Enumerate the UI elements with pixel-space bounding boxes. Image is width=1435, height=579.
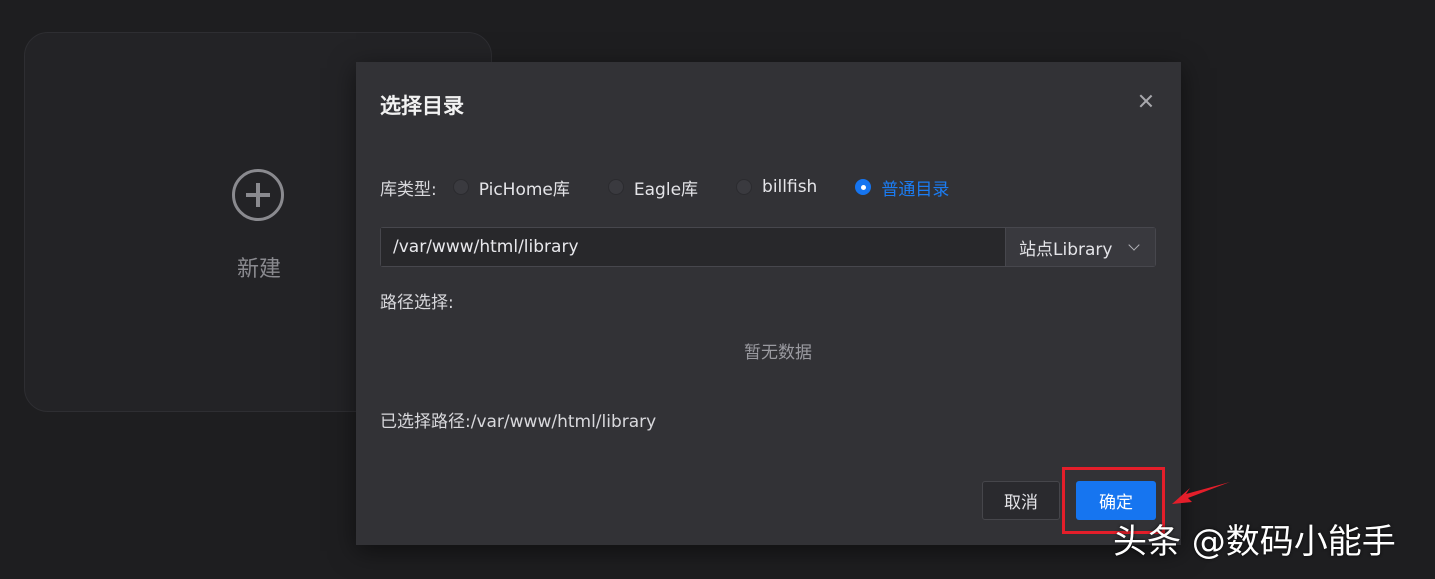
selected-path-text: 已选择路径:/var/www/html/library: [380, 412, 657, 432]
library-type-label: 库类型:: [380, 179, 437, 200]
site-select-value: 站点Library: [1019, 239, 1113, 260]
radio-label: PicHome库: [478, 179, 570, 200]
watermark: 头条 @数码小能手: [1113, 522, 1396, 562]
path-input-group: 站点Library: [380, 227, 1156, 267]
site-select[interactable]: 站点Library: [1005, 228, 1155, 266]
radio-circle: [736, 179, 753, 195]
red-arrow-icon: [1172, 482, 1230, 504]
select-directory-dialog: 选择目录 库类型: PicHome库 Eagle库 billfish 普通目录 …: [356, 62, 1181, 545]
chevron-down-icon: [1128, 238, 1141, 251]
radio-normal-directory[interactable]: 普通目录: [855, 175, 949, 200]
radio-circle: [607, 179, 624, 195]
dialog-title: 选择目录: [380, 94, 464, 118]
plus-circle-icon: [232, 169, 284, 221]
radio-circle-checked: [855, 179, 872, 195]
radio-billfish[interactable]: billfish: [736, 177, 817, 197]
path-select-label: 路径选择:: [380, 293, 454, 313]
radio-pichome[interactable]: PicHome库: [452, 175, 570, 200]
radio-circle: [452, 179, 469, 195]
radio-label: Eagle库: [633, 179, 699, 200]
close-icon[interactable]: [1137, 92, 1155, 110]
radio-eagle[interactable]: Eagle库: [607, 175, 699, 200]
radio-label: billfish: [762, 177, 818, 197]
path-input[interactable]: [381, 228, 1005, 266]
radio-label: 普通目录: [881, 179, 950, 200]
empty-state-text: 暂无数据: [744, 343, 812, 363]
library-type-row: 库类型: PicHome库 Eagle库 billfish 普通目录: [380, 174, 987, 200]
cancel-button[interactable]: 取消: [982, 481, 1060, 520]
